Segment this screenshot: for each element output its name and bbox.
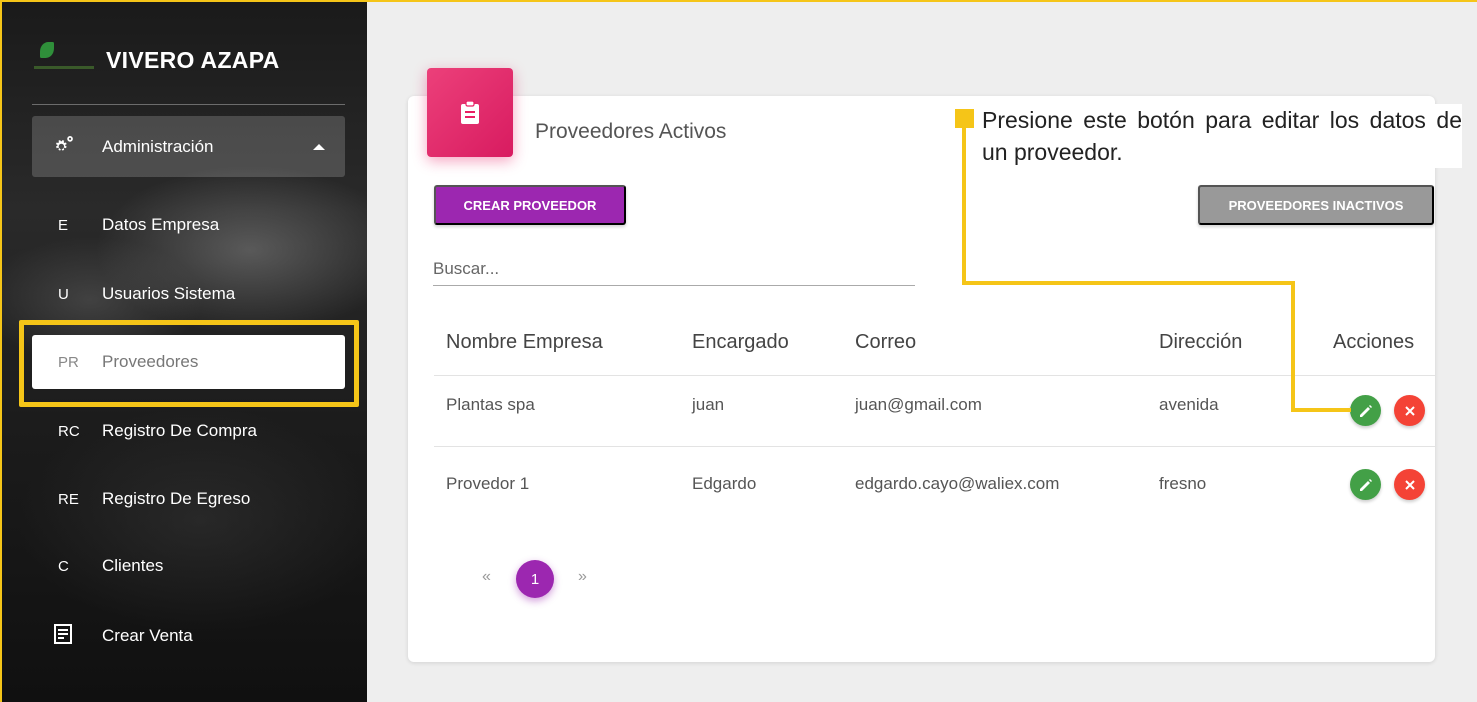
brand-title: VIVERO AZAPA	[106, 46, 280, 73]
nav-group-administracion[interactable]: Administración	[32, 116, 345, 177]
gears-icon	[55, 135, 73, 151]
edit-button[interactable]	[1350, 469, 1381, 500]
sidebar-item-crear-venta[interactable]: Crear Venta	[32, 609, 345, 663]
receipt-icon	[32, 623, 102, 649]
vivero-logo-icon	[34, 40, 94, 80]
sidebar-item-label: Registro De Compra	[102, 421, 257, 440]
th-encargado: Encargado	[692, 331, 789, 353]
inactive-providers-button[interactable]: PROVEEDORES INACTIVOS	[1198, 185, 1434, 225]
sidebar-item-registro-compra[interactable]: RC Registro De Compra	[32, 404, 345, 458]
sidebar-item-abbr: RE	[58, 490, 79, 508]
card-title: Proveedores Activos	[535, 120, 727, 143]
sidebar-item-datos-empresa[interactable]: E Datos Empresa	[32, 198, 345, 252]
pencil-icon	[1359, 478, 1372, 491]
caret-up-icon	[313, 143, 325, 150]
pencil-icon	[1359, 404, 1372, 417]
th-correo: Correo	[855, 331, 917, 353]
sidebar-item-label: Crear Venta	[102, 626, 193, 645]
proveedores-card	[408, 96, 1435, 662]
pagination-prev[interactable]: «	[482, 568, 491, 586]
close-icon	[1404, 405, 1415, 416]
th-acciones: Acciones	[1333, 331, 1415, 353]
edit-button[interactable]	[1350, 395, 1381, 426]
pagination-next[interactable]: »	[578, 568, 587, 586]
search-input[interactable]	[433, 252, 915, 286]
sidebar-item-abbr: C	[58, 557, 69, 575]
th-nombre-empresa: Nombre Empresa	[446, 331, 603, 353]
sidebar-item-label: Registro De Egreso	[102, 489, 251, 508]
close-icon	[1404, 479, 1415, 490]
create-provider-button[interactable]: CREAR PROVEEDOR	[434, 185, 626, 225]
brand[interactable]: VIVERO AZAPA	[34, 30, 354, 90]
callout-leader-to-button	[1291, 408, 1351, 412]
callout-text: Presione este botón para editar los dato…	[982, 104, 1462, 168]
sidebar-item-label: Datos Empresa	[102, 215, 220, 234]
callout-leader-down	[1291, 281, 1295, 412]
header-divider	[434, 375, 1435, 376]
row-divider	[434, 446, 1435, 447]
sidebar-item-clientes[interactable]: C Clientes	[32, 539, 345, 593]
callout-leader-horizontal	[962, 281, 1295, 285]
th-direccion: Dirección	[1159, 331, 1243, 353]
cell-encargado: juan	[692, 395, 725, 414]
sidebar-item-abbr: E	[58, 216, 69, 234]
cell-direccion: avenida	[1159, 395, 1219, 414]
cell-direccion: fresno	[1159, 474, 1207, 493]
cell-correo: edgardo.cayo@waliex.com	[855, 474, 1060, 493]
clipboard-icon	[427, 68, 513, 157]
proveedores-highlight-box	[19, 320, 359, 407]
brand-divider	[32, 104, 345, 105]
delete-button[interactable]	[1394, 395, 1425, 426]
cell-correo: juan@gmail.com	[855, 395, 982, 414]
callout-leader-vertical	[962, 118, 966, 285]
pagination-page-1[interactable]: 1	[516, 560, 554, 598]
sidebar-item-label: Clientes	[102, 556, 164, 575]
sidebar-item-abbr: RC	[58, 422, 80, 440]
cell-encargado: Edgardo	[692, 474, 757, 493]
cell-nombre: Provedor 1	[446, 474, 530, 493]
cell-nombre: Plantas spa	[446, 395, 535, 414]
sidebar-item-usuarios-sistema[interactable]: U Usuarios Sistema	[32, 267, 345, 321]
sidebar-item-registro-egreso[interactable]: RE Registro De Egreso	[32, 472, 345, 526]
callout-marker	[955, 109, 974, 128]
nav-group-label: Administración	[102, 136, 214, 156]
delete-button[interactable]	[1394, 469, 1425, 500]
sidebar-item-label: Usuarios Sistema	[102, 284, 236, 303]
sidebar-item-abbr: U	[58, 285, 69, 303]
